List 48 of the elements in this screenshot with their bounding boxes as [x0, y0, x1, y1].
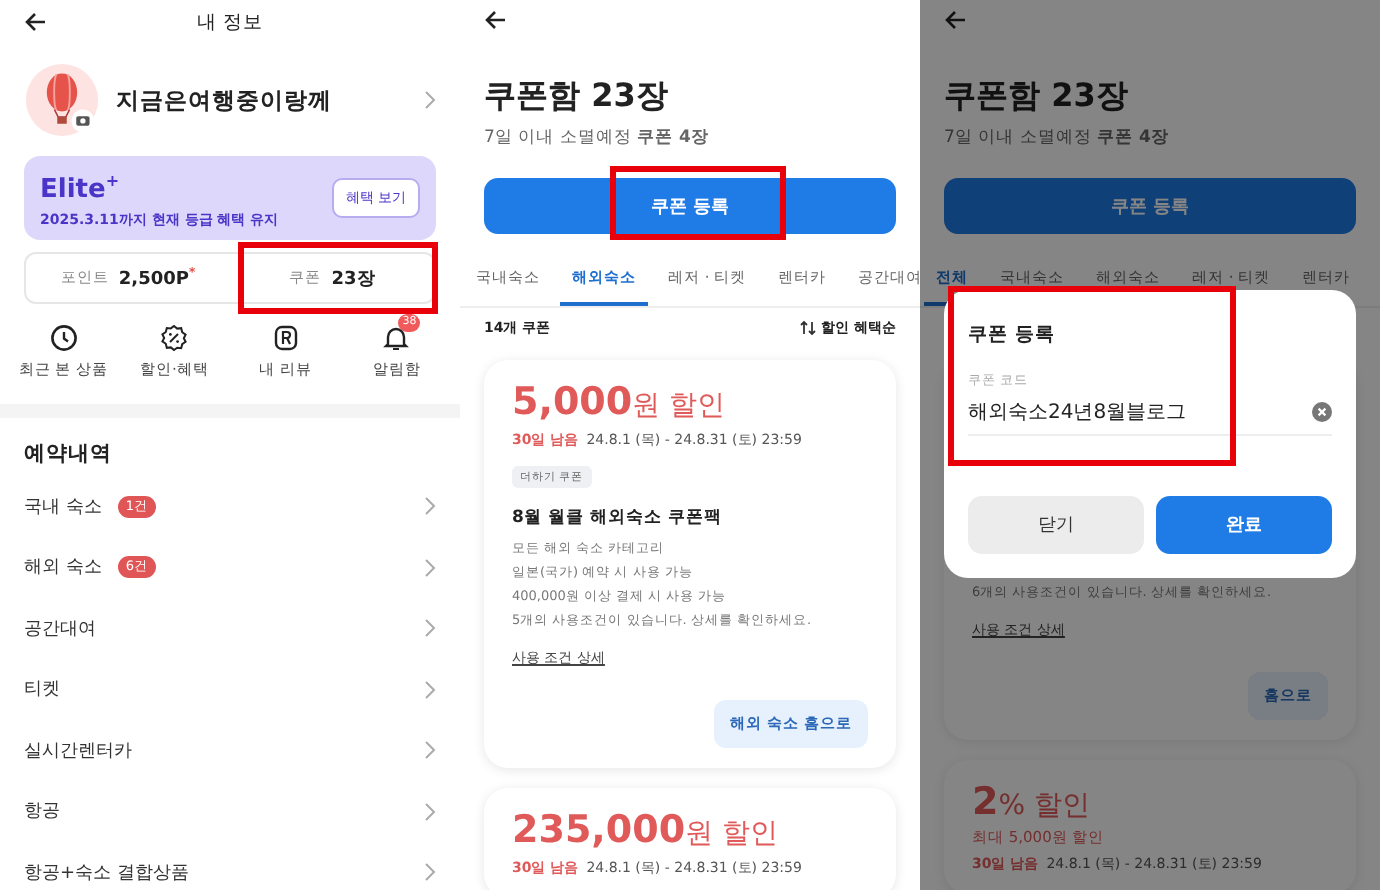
- discount-badge-icon: [160, 324, 189, 352]
- review-icon: [271, 324, 300, 352]
- close-button[interactable]: 닫기: [968, 496, 1144, 554]
- chevron-right-icon: [424, 862, 436, 883]
- dialog-title: 쿠폰 등록: [968, 322, 1057, 348]
- reservation-menu-item[interactable]: 티켓: [0, 659, 460, 720]
- discount-amount: 235,000원 할인: [512, 808, 780, 852]
- confirm-button[interactable]: 완료: [1156, 496, 1332, 554]
- chevron-right-icon: [424, 740, 436, 761]
- clock-icon: [49, 324, 78, 352]
- expiring-notice: 7일 이내 소멸예정 쿠폰 4장: [482, 126, 711, 150]
- page-title: 쿠폰함 23장: [482, 74, 670, 118]
- register-coupon-button[interactable]: 쿠폰 등록: [484, 178, 896, 234]
- coupon-name: 8월 월클 해외숙소 쿠폰팩: [512, 506, 724, 530]
- chevron-right-icon: [424, 496, 436, 517]
- coupon-code-field[interactable]: 해외숙소24년8월블로그: [968, 401, 1312, 423]
- reservation-menu-item[interactable]: 실시간렌터카: [0, 720, 460, 781]
- menu-label: 항공+숙소 결합상품: [24, 861, 189, 886]
- chevron-right-icon: [424, 90, 436, 110]
- back-arrow-icon[interactable]: [484, 8, 508, 32]
- stat-value: 2,500P$^{*}$: [118, 266, 196, 290]
- clear-icon[interactable]: [1312, 402, 1332, 422]
- menu-label: 실시간렌터카: [24, 739, 132, 764]
- avatar-balloon-icon[interactable]: [24, 62, 100, 138]
- section-heading: 예약내역: [22, 440, 114, 470]
- sort-icon: [799, 320, 816, 336]
- menu-label: 해외 숙소: [24, 556, 102, 581]
- menu-label: 티켓: [24, 678, 60, 703]
- stat-value: 23장: [331, 267, 375, 291]
- menu-label: 공간대여: [24, 617, 96, 642]
- back-arrow-icon[interactable]: [24, 10, 48, 34]
- page-title: 쿠폰함 23장: [942, 74, 1130, 118]
- reservation-menu-item[interactable]: 공간대여: [0, 598, 460, 659]
- reservation-menu-item[interactable]: 항공: [0, 781, 460, 842]
- chevron-right-icon: [424, 801, 436, 822]
- page-title: 내 정보: [196, 9, 264, 35]
- discount-amount: 5,000원 할인: [512, 380, 728, 424]
- reservation-menu-item[interactable]: 항공+숙소 결합상품: [0, 842, 460, 890]
- chevron-right-icon: [424, 557, 436, 578]
- bell-icon: [382, 324, 411, 352]
- chevron-right-icon: [424, 679, 436, 700]
- user-name[interactable]: 지금은여행중이랑께: [116, 85, 424, 115]
- expiring-notice: 7일 이내 소멸예정 쿠폰 4장: [942, 126, 1171, 150]
- membership-grade: Elite$^{+}$: [40, 170, 122, 206]
- menu-label: 항공: [24, 800, 60, 825]
- chevron-right-icon: [424, 618, 436, 639]
- discount-amount: 2% 할인: [972, 780, 1092, 824]
- menu-label: 국내 숙소: [24, 495, 102, 520]
